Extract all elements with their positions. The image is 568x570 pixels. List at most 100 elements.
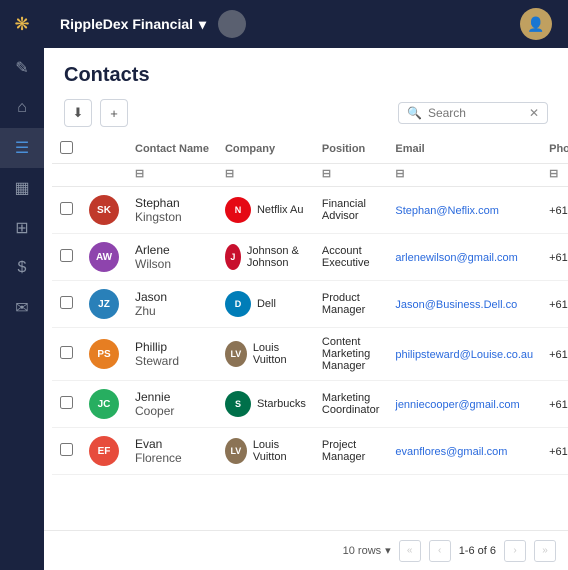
row-checkbox-cell[interactable]	[52, 234, 81, 281]
row-contact-name: Evan Florence	[127, 428, 217, 475]
row-company: N Netflix Au	[217, 187, 314, 234]
prev-page-button[interactable]: ‹	[429, 540, 451, 562]
row-email: jenniecooper@gmail.com	[387, 381, 541, 428]
add-button[interactable]: +	[100, 99, 128, 127]
filter-checkbox	[52, 164, 81, 187]
row-company: D Dell	[217, 281, 314, 328]
contact-first-name: Phillip	[135, 340, 209, 354]
download-button[interactable]: ⬇	[64, 99, 92, 127]
company-logo: N	[225, 197, 251, 223]
first-page-button[interactable]: «	[399, 540, 421, 562]
filter-phone-icon[interactable]: ⊟	[549, 167, 558, 180]
row-checkbox-2[interactable]	[60, 249, 73, 262]
sidebar-item-finance[interactable]: $	[0, 248, 44, 288]
header-phone: Phone Number	[541, 135, 568, 164]
sidebar-item-calendar[interactable]: ▦	[0, 168, 44, 208]
sidebar-item-messages[interactable]: ✉	[0, 288, 44, 328]
app-logo[interactable]: ❋	[0, 0, 44, 48]
row-avatar-cell: SK	[81, 187, 127, 234]
contact-last-name: Wilson	[135, 257, 209, 271]
row-checkbox-cell[interactable]	[52, 381, 81, 428]
filter-contact-name[interactable]: ⊟	[127, 164, 217, 187]
sidebar-item-edit[interactable]: ✎	[0, 48, 44, 88]
header-email: Email	[387, 135, 541, 164]
dollar-icon: $	[18, 259, 27, 277]
contacts-table-container: Contact Name Company Position Email Phon	[44, 135, 568, 530]
last-page-button[interactable]: »	[534, 540, 556, 562]
next-page-button[interactable]: ›	[504, 540, 526, 562]
rows-per-page-selector[interactable]: 10 rows ▾	[343, 544, 391, 557]
sidebar-item-home[interactable]: ⌂	[0, 88, 44, 128]
contact-first-name: Jennie	[135, 390, 209, 404]
phone-value: +61 449 032 311	[549, 446, 568, 458]
row-checkbox-cell[interactable]	[52, 428, 81, 475]
app-title-container: RippleDex Financial ▾	[60, 16, 206, 33]
user-avatar[interactable]: 👤	[520, 8, 552, 40]
sidebar-item-list[interactable]: ☰	[0, 128, 44, 168]
select-all-checkbox[interactable]	[60, 141, 73, 154]
row-checkbox-cell[interactable]	[52, 187, 81, 234]
phone-value: +61 419 603 987	[549, 349, 568, 361]
row-company: J Johnson & Johnson	[217, 234, 314, 281]
row-checkbox-5[interactable]	[60, 396, 73, 409]
sidebar-item-grid[interactable]: ⊞	[0, 208, 44, 248]
pagination-info: 1-6 of 6	[459, 545, 496, 557]
row-contact-name: Jennie Cooper	[127, 381, 217, 428]
row-position: Account Executive	[314, 234, 387, 281]
close-icon[interactable]: ✕	[529, 106, 539, 120]
company-name: Starbucks	[257, 398, 306, 410]
rows-label: 10 rows	[343, 545, 382, 557]
contact-avatar: AW	[89, 242, 119, 272]
filter-position-icon[interactable]: ⊟	[322, 167, 331, 180]
row-position: Product Manager	[314, 281, 387, 328]
home-icon: ⌂	[17, 99, 27, 117]
contact-last-name: Steward	[135, 354, 209, 368]
rows-chevron-icon: ▾	[385, 544, 391, 557]
row-email: evanflores@gmail.com	[387, 428, 541, 475]
next-page-icon: ›	[513, 545, 516, 556]
app-chevron[interactable]: ▾	[199, 16, 206, 33]
row-phone: +61 449 032 311	[541, 428, 568, 475]
contacts-table: Contact Name Company Position Email Phon	[52, 135, 568, 475]
table-body: SK Stephan Kingston N Netflix Au Financi…	[52, 187, 568, 475]
app-title: RippleDex Financial	[60, 16, 193, 32]
filter-company[interactable]: ⊟	[217, 164, 314, 187]
phone-value: +61 493 280 776	[549, 252, 568, 264]
company-cell: J Johnson & Johnson	[225, 244, 306, 270]
filter-email[interactable]: ⊟	[387, 164, 541, 187]
table-row: JC Jennie Cooper S Starbucks Marketing C…	[52, 381, 568, 428]
row-checkbox-3[interactable]	[60, 296, 73, 309]
search-box[interactable]: 🔍 ✕	[398, 102, 548, 124]
phone-value: +61 493 077 564	[549, 399, 568, 411]
row-email: Jason@Business.Dell.co	[387, 281, 541, 328]
filter-position[interactable]: ⊟	[314, 164, 387, 187]
search-icon: 🔍	[407, 106, 422, 120]
row-checkbox-1[interactable]	[60, 202, 73, 215]
table-row: JZ Jason Zhu D Dell Product Manager Jaso…	[52, 281, 568, 328]
filter-email-icon[interactable]: ⊟	[395, 167, 404, 180]
contact-first-name: Evan	[135, 437, 209, 451]
filter-phone[interactable]: ⊟	[541, 164, 568, 187]
filter-contact-icon[interactable]: ⊟	[135, 167, 144, 180]
contact-last-name: Florence	[135, 451, 209, 465]
row-checkbox-6[interactable]	[60, 443, 73, 456]
row-phone: +61 493 077 564	[541, 381, 568, 428]
contact-last-name: Zhu	[135, 304, 209, 318]
row-checkbox-cell[interactable]	[52, 328, 81, 381]
filter-avatar	[81, 164, 127, 187]
row-avatar-cell: EF	[81, 428, 127, 475]
search-input[interactable]	[428, 106, 523, 120]
message-icon: ✉	[15, 298, 28, 318]
plus-icon: +	[110, 106, 118, 121]
row-checkbox-4[interactable]	[60, 346, 73, 359]
email-value: Stephan@Neflix.com	[395, 205, 499, 217]
row-checkbox-cell[interactable]	[52, 281, 81, 328]
filter-company-icon[interactable]: ⊟	[225, 167, 234, 180]
page-title: Contacts	[64, 64, 150, 87]
company-name: Louis Vuitton	[253, 342, 306, 366]
table-row: PS Phillip Steward LV Louis Vuitton Cont…	[52, 328, 568, 381]
company-logo: LV	[225, 438, 247, 464]
company-cell: LV Louis Vuitton	[225, 341, 306, 367]
table-row: SK Stephan Kingston N Netflix Au Financi…	[52, 187, 568, 234]
email-value: Jason@Business.Dell.co	[395, 299, 517, 311]
